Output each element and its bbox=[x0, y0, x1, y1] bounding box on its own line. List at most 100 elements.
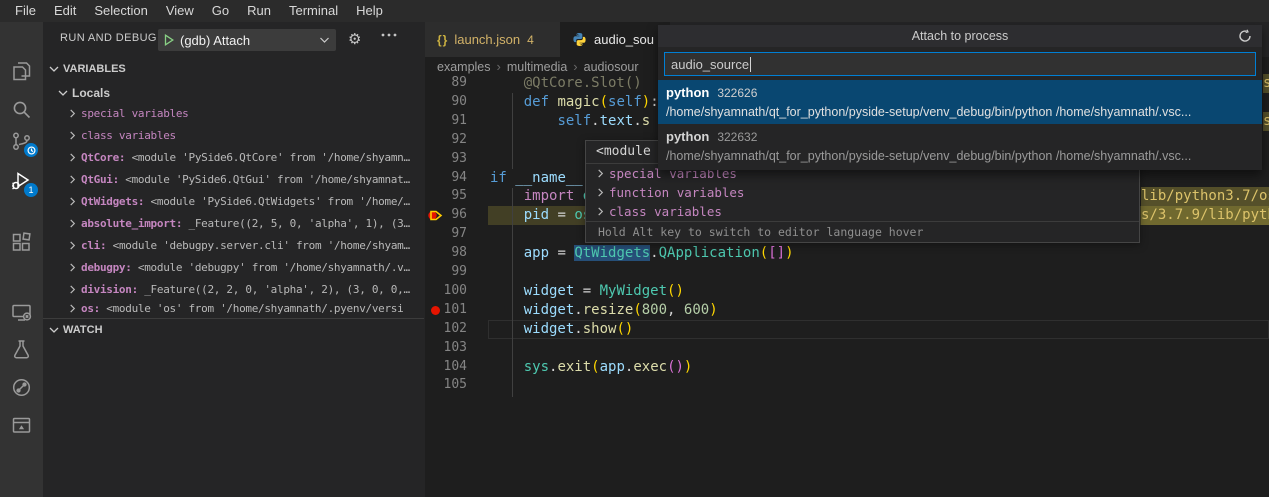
variables-section-header[interactable]: VARIABLES bbox=[43, 58, 425, 80]
variable-row[interactable]: QtWidgets: <module 'PySide6.QtWidgets' f… bbox=[43, 190, 425, 212]
hover-variable-rows: special variablesfunction variablesclass… bbox=[586, 164, 1139, 221]
chevron-right-icon bbox=[68, 109, 77, 118]
process-filter-input[interactable]: audio_source bbox=[664, 52, 1256, 76]
quick-input-title: Attach to process bbox=[658, 25, 1262, 47]
line-number[interactable]: 103 bbox=[425, 339, 467, 358]
breakpoint-icon[interactable] bbox=[431, 306, 440, 315]
line-number[interactable]: 91 bbox=[425, 112, 467, 131]
menu-help[interactable]: Help bbox=[347, 0, 392, 22]
search-icon[interactable] bbox=[10, 98, 33, 121]
chevron-right-icon bbox=[68, 304, 77, 313]
chevron-right-icon bbox=[68, 175, 77, 184]
code-line[interactable]: widget.resize(800, 600) bbox=[490, 301, 1269, 320]
menu-selection[interactable]: Selection bbox=[85, 0, 156, 22]
chevron-right-icon bbox=[68, 241, 77, 250]
menu-view[interactable]: View bbox=[157, 0, 203, 22]
chevron-down-icon bbox=[49, 325, 59, 335]
chevron-right-icon bbox=[68, 219, 77, 228]
process-pid: 322632 bbox=[717, 130, 757, 144]
debug-inline-value: s bbox=[1263, 74, 1269, 93]
line-number[interactable]: 98 bbox=[425, 244, 467, 263]
more-actions-icon[interactable] bbox=[381, 33, 397, 37]
variable-row[interactable]: QtCore: <module 'PySide6.QtCore' from '/… bbox=[43, 146, 425, 168]
line-number[interactable]: 99 bbox=[425, 263, 467, 282]
line-number[interactable]: 102 bbox=[425, 320, 467, 339]
debug-config-dropdown[interactable]: (gdb) Attach bbox=[158, 29, 336, 51]
menu-terminal[interactable]: Terminal bbox=[280, 0, 347, 22]
chevron-right-icon bbox=[596, 169, 605, 178]
activity-bar: 1 bbox=[0, 22, 43, 497]
menu-run[interactable]: Run bbox=[238, 0, 280, 22]
variable-row[interactable]: absolute_import: _Feature((2, 5, 0, 'alp… bbox=[43, 212, 425, 234]
current-frame-arrow-icon[interactable] bbox=[427, 208, 444, 223]
config-label: (gdb) Attach bbox=[180, 33, 319, 48]
line-number[interactable]: 105 bbox=[425, 376, 467, 395]
debug-inline-value: s bbox=[1263, 112, 1269, 131]
variable-row[interactable]: class variables bbox=[43, 124, 425, 146]
watch-section-header[interactable]: WATCH bbox=[43, 318, 424, 341]
breadcrumb-item[interactable]: multimedia bbox=[507, 60, 567, 74]
run-and-debug-icon[interactable]: 1 bbox=[10, 170, 33, 193]
chevron-down-icon bbox=[58, 88, 68, 98]
tab-audio-source[interactable]: audio_sou bbox=[560, 22, 670, 57]
code-line[interactable]: widget.show() bbox=[490, 320, 1269, 339]
quick-input-titlebar: Attach to process bbox=[658, 25, 1262, 47]
variable-row[interactable]: special variables bbox=[43, 102, 425, 124]
remote-explorer-icon[interactable] bbox=[10, 301, 33, 324]
process-pid: 322626 bbox=[717, 86, 757, 100]
chevron-right-icon bbox=[68, 263, 77, 272]
breadcrumb-item[interactable]: examples bbox=[437, 60, 491, 74]
hover-variable-group[interactable]: class variables bbox=[586, 202, 1139, 221]
chevron-right-icon bbox=[68, 131, 77, 140]
python-icon bbox=[572, 32, 587, 47]
gear-icon[interactable]: ⚙ bbox=[348, 30, 361, 50]
hover-hint: Hold Alt key to switch to editor languag… bbox=[586, 221, 1139, 242]
debug-inline-value: lib/python3.7/os bbox=[1141, 187, 1269, 206]
variable-row[interactable]: division: _Feature((2, 2, 0, 'alpha', 2)… bbox=[43, 278, 425, 300]
panel-title: RUN AND DEBUG bbox=[60, 32, 157, 44]
process-command: /home/shyamnath/qt_for_python/pyside-set… bbox=[666, 103, 1254, 121]
code-line[interactable]: sys.exit(app.exec()) bbox=[490, 358, 1269, 377]
menu-go[interactable]: Go bbox=[203, 0, 238, 22]
menu-edit[interactable]: Edit bbox=[45, 0, 85, 22]
line-number[interactable]: 90 bbox=[425, 93, 467, 112]
line-number[interactable]: 95 bbox=[425, 187, 467, 206]
menu-file[interactable]: File bbox=[6, 0, 45, 22]
code-line[interactable]: widget = MyWidget() bbox=[490, 282, 1269, 301]
process-list: python322626/home/shyamnath/qt_for_pytho… bbox=[658, 80, 1262, 168]
line-number[interactable]: 100 bbox=[425, 282, 467, 301]
chevron-down-icon bbox=[49, 64, 59, 74]
process-item[interactable]: python322626/home/shyamnath/qt_for_pytho… bbox=[658, 80, 1262, 124]
debug-session-badge: 1 bbox=[24, 183, 38, 197]
scope-locals[interactable]: Locals bbox=[43, 82, 425, 104]
line-number[interactable]: 93 bbox=[425, 150, 467, 169]
variable-row[interactable]: debugpy: <module 'debugpy' from '/home/s… bbox=[43, 256, 425, 278]
code-line[interactable]: app = QtWidgets.QApplication([]) bbox=[490, 244, 1269, 263]
hover-variable-group[interactable]: function variables bbox=[586, 183, 1139, 202]
explorer-icon[interactable] bbox=[10, 59, 33, 82]
panel-icon[interactable] bbox=[10, 414, 33, 437]
source-control-icon[interactable] bbox=[10, 130, 33, 153]
tab-launch-json[interactable]: { } launch.json 4 bbox=[425, 22, 560, 57]
process-command: /home/shyamnath/qt_for_python/pyside-set… bbox=[666, 147, 1254, 165]
variable-row[interactable]: cli: <module 'debugpy.server.cli' from '… bbox=[43, 234, 425, 256]
variable-row[interactable]: os: <module 'os' from '/home/shyamnath/.… bbox=[43, 300, 425, 317]
line-number[interactable]: 92 bbox=[425, 131, 467, 150]
chevron-down-icon bbox=[319, 35, 330, 45]
extensions-icon[interactable] bbox=[10, 231, 33, 254]
refresh-icon[interactable] bbox=[1238, 29, 1252, 43]
breadcrumb-item[interactable]: audiosour bbox=[584, 60, 639, 74]
debug-sidebar: RUN AND DEBUG (gdb) Attach ⚙ VARIABLES L… bbox=[43, 22, 425, 497]
line-number[interactable]: 94 bbox=[425, 169, 467, 188]
line-number[interactable]: 97 bbox=[425, 225, 467, 244]
variable-row[interactable]: QtGui: <module 'PySide6.QtGui' from '/ho… bbox=[43, 168, 425, 190]
tab-problem-badge: 4 bbox=[527, 33, 534, 47]
line-number[interactable]: 89 bbox=[425, 74, 467, 93]
line-number[interactable]: 104 bbox=[425, 358, 467, 377]
debug-inline-value: s/3.7.9/lib/pyth bbox=[1141, 206, 1269, 225]
scm-pending-badge bbox=[24, 143, 38, 157]
chevron-right-icon bbox=[68, 153, 77, 162]
process-item[interactable]: python322632/home/shyamnath/qt_for_pytho… bbox=[658, 124, 1262, 168]
timeline-icon[interactable] bbox=[10, 376, 33, 399]
testing-icon[interactable] bbox=[10, 338, 33, 361]
